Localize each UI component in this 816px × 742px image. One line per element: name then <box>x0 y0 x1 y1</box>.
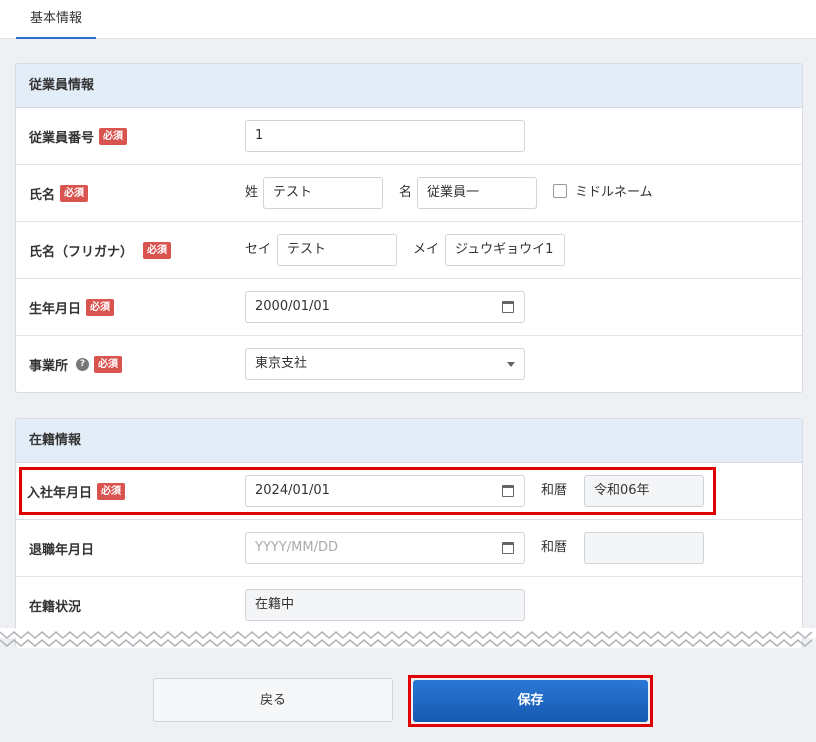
first-name-input[interactable]: 従業員一 <box>417 177 537 209</box>
first-name-label: 名 <box>399 185 413 200</box>
name-label: 氏名 <box>29 188 56 203</box>
chevron-down-icon <box>507 362 515 367</box>
office-selected-value: 東京支社 <box>255 356 308 371</box>
required-badge: 必須 <box>86 299 115 316</box>
leave-date-row: 退職年月日 YYYY/MM/DD 和暦 <box>16 520 802 577</box>
status-row: 在籍状況 在籍中 <box>16 577 802 634</box>
enrollment-info-heading: 在籍情報 <box>16 419 802 463</box>
tab-basic-info[interactable]: 基本情報 <box>16 0 97 39</box>
employee-number-input[interactable]: 1 <box>245 120 525 152</box>
status-label: 在籍状況 <box>29 600 82 615</box>
name-kana-row: 氏名（フリガナ） 必須 セイ テスト メイ ジュウギョウイ1 <box>16 222 802 279</box>
required-badge: 必須 <box>143 242 172 259</box>
leave-date-era-label: 和暦 <box>541 540 568 555</box>
required-badge: 必須 <box>94 356 123 373</box>
status-field: 在籍中 <box>245 589 525 621</box>
leave-date-placeholder: YYYY/MM/DD <box>255 540 338 555</box>
employee-number-label: 従業員番号 <box>29 131 95 146</box>
first-name-kana-label: メイ <box>413 242 440 257</box>
leave-date-label: 退職年月日 <box>29 543 95 558</box>
name-kana-label: 氏名（フリガナ） <box>29 245 134 260</box>
employee-info-panel: 従業員情報 従業員番号 必須 1 氏名 必須 姓 テスト 名 従業員一 ミドルネ… <box>15 63 803 393</box>
help-icon[interactable]: ? <box>76 358 90 371</box>
middle-name-label[interactable]: ミドルネーム <box>575 177 653 209</box>
office-label: 事業所 <box>29 359 69 374</box>
first-name-kana-input[interactable]: ジュウギョウイ1 <box>445 234 565 266</box>
name-row: 氏名 必須 姓 テスト 名 従業員一 ミドルネーム <box>16 165 802 222</box>
birth-date-row: 生年月日 必須 2000/01/01 <box>16 279 802 336</box>
required-badge: 必須 <box>60 185 89 202</box>
leave-date-input[interactable]: YYYY/MM/DD <box>245 532 525 564</box>
calendar-icon[interactable] <box>502 301 514 313</box>
birth-date-value: 2000/01/01 <box>255 299 330 314</box>
last-name-kana-label: セイ <box>245 242 272 257</box>
save-button[interactable]: 保存 <box>413 680 648 722</box>
office-select[interactable]: 東京支社 <box>245 348 525 380</box>
birth-date-label: 生年月日 <box>29 302 82 317</box>
last-name-input[interactable]: テスト <box>263 177 383 209</box>
office-row: 事業所 ? 必須 東京支社 <box>16 336 802 393</box>
employee-number-row: 従業員番号 必須 1 <box>16 108 802 165</box>
last-name-label: 姓 <box>245 185 259 200</box>
join-date-highlight <box>19 467 716 515</box>
leave-date-era-field <box>584 532 704 564</box>
tab-bar: 基本情報 <box>0 0 816 39</box>
calendar-icon[interactable] <box>502 542 514 554</box>
back-button[interactable]: 戻る <box>153 678 393 722</box>
tear-separator <box>0 628 816 647</box>
required-badge: 必須 <box>99 128 128 145</box>
employee-info-heading: 従業員情報 <box>16 64 802 108</box>
last-name-kana-input[interactable]: テスト <box>277 234 397 266</box>
birth-date-input[interactable]: 2000/01/01 <box>245 291 525 323</box>
enrollment-info-panel: 在籍情報 入社年月日 必須 2024/01/01 和暦 令和06年 退職年月日 … <box>15 418 803 648</box>
middle-name-checkbox[interactable] <box>553 184 567 198</box>
